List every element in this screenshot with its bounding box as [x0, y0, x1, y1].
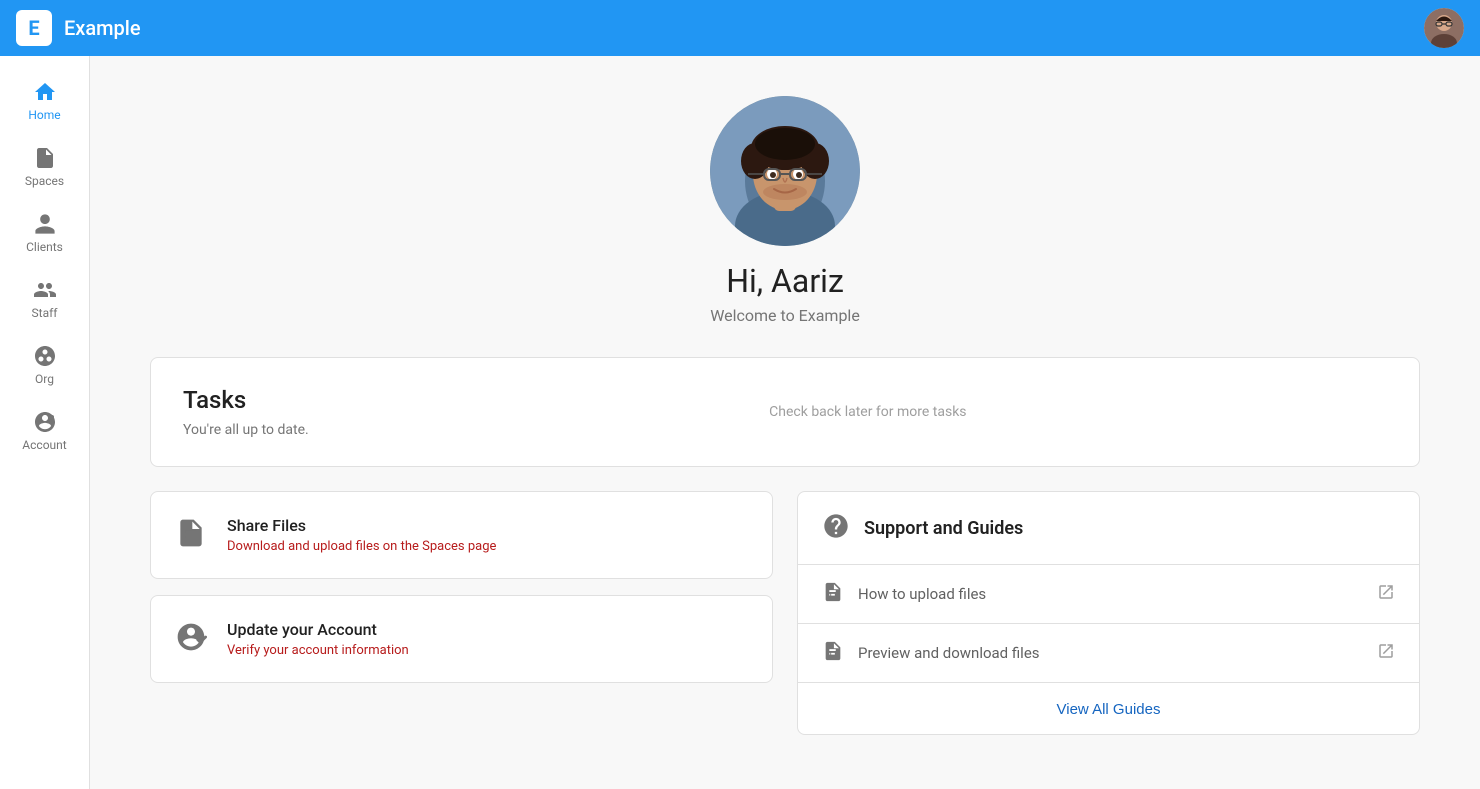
support-footer: View All Guides	[798, 683, 1419, 734]
share-files-icon	[175, 517, 207, 553]
tasks-up-to-date: You're all up to date.	[183, 422, 309, 438]
sidebar-item-account[interactable]: Account	[0, 398, 89, 464]
support-card: Support and Guides How to upload files	[797, 491, 1420, 735]
support-doc-icon-2	[822, 640, 844, 666]
user-avatar[interactable]	[1424, 8, 1464, 48]
update-account-subtitle: Verify your account information	[227, 643, 409, 658]
app-layout: Home Spaces Clients Staff Org Account	[0, 0, 1480, 789]
support-link-text-2: Preview and download files	[858, 644, 1363, 662]
action-cards-column: Share Files Download and upload files on…	[150, 491, 773, 735]
sidebar-label-staff: Staff	[32, 306, 58, 320]
app-title: Example	[64, 16, 141, 40]
profile-avatar	[710, 96, 860, 246]
external-link-icon-2	[1377, 642, 1395, 664]
external-link-icon-1	[1377, 583, 1395, 605]
update-account-info: Update your Account Verify your account …	[227, 620, 409, 658]
bottom-grid: Share Files Download and upload files on…	[150, 491, 1420, 735]
greeting-text: Hi, Aariz	[726, 262, 844, 300]
share-files-subtitle: Download and upload files on the Spaces …	[227, 539, 496, 554]
profile-section: Hi, Aariz Welcome to Example	[150, 96, 1420, 325]
tasks-empty-message: Check back later for more tasks	[349, 404, 1387, 420]
update-account-card[interactable]: Update your Account Verify your account …	[150, 595, 773, 683]
support-link-upload[interactable]: How to upload files	[798, 565, 1419, 624]
welcome-text: Welcome to Example	[710, 306, 860, 325]
sidebar-item-org[interactable]: Org	[0, 332, 89, 398]
support-icon	[822, 512, 850, 544]
support-link-text-1: How to upload files	[858, 585, 1363, 603]
support-doc-icon-1	[822, 581, 844, 607]
tasks-info: Tasks You're all up to date.	[183, 386, 309, 438]
sidebar-label-org: Org	[35, 372, 54, 386]
topbar: E Example	[0, 0, 1480, 56]
app-logo: E	[16, 10, 52, 46]
support-title: Support and Guides	[864, 518, 1023, 539]
sidebar-label-home: Home	[28, 108, 60, 122]
share-files-info: Share Files Download and upload files on…	[227, 516, 496, 554]
view-all-guides-button[interactable]: View All Guides	[1057, 701, 1161, 718]
sidebar-label-spaces: Spaces	[25, 174, 64, 188]
sidebar-item-staff[interactable]: Staff	[0, 266, 89, 332]
sidebar: Home Spaces Clients Staff Org Account	[0, 56, 90, 789]
share-files-title: Share Files	[227, 516, 496, 535]
support-header: Support and Guides	[798, 492, 1419, 565]
support-link-preview[interactable]: Preview and download files	[798, 624, 1419, 683]
share-files-card[interactable]: Share Files Download and upload files on…	[150, 491, 773, 579]
sidebar-item-spaces[interactable]: Spaces	[0, 134, 89, 200]
main-content: Hi, Aariz Welcome to Example Tasks You'r…	[90, 56, 1480, 789]
sidebar-label-account: Account	[22, 438, 66, 452]
update-account-title: Update your Account	[227, 620, 409, 639]
sidebar-item-home[interactable]: Home	[0, 68, 89, 134]
sidebar-item-clients[interactable]: Clients	[0, 200, 89, 266]
tasks-card: Tasks You're all up to date. Check back …	[150, 357, 1420, 467]
tasks-title: Tasks	[183, 386, 309, 414]
update-account-icon	[175, 621, 207, 657]
sidebar-label-clients: Clients	[26, 240, 63, 254]
